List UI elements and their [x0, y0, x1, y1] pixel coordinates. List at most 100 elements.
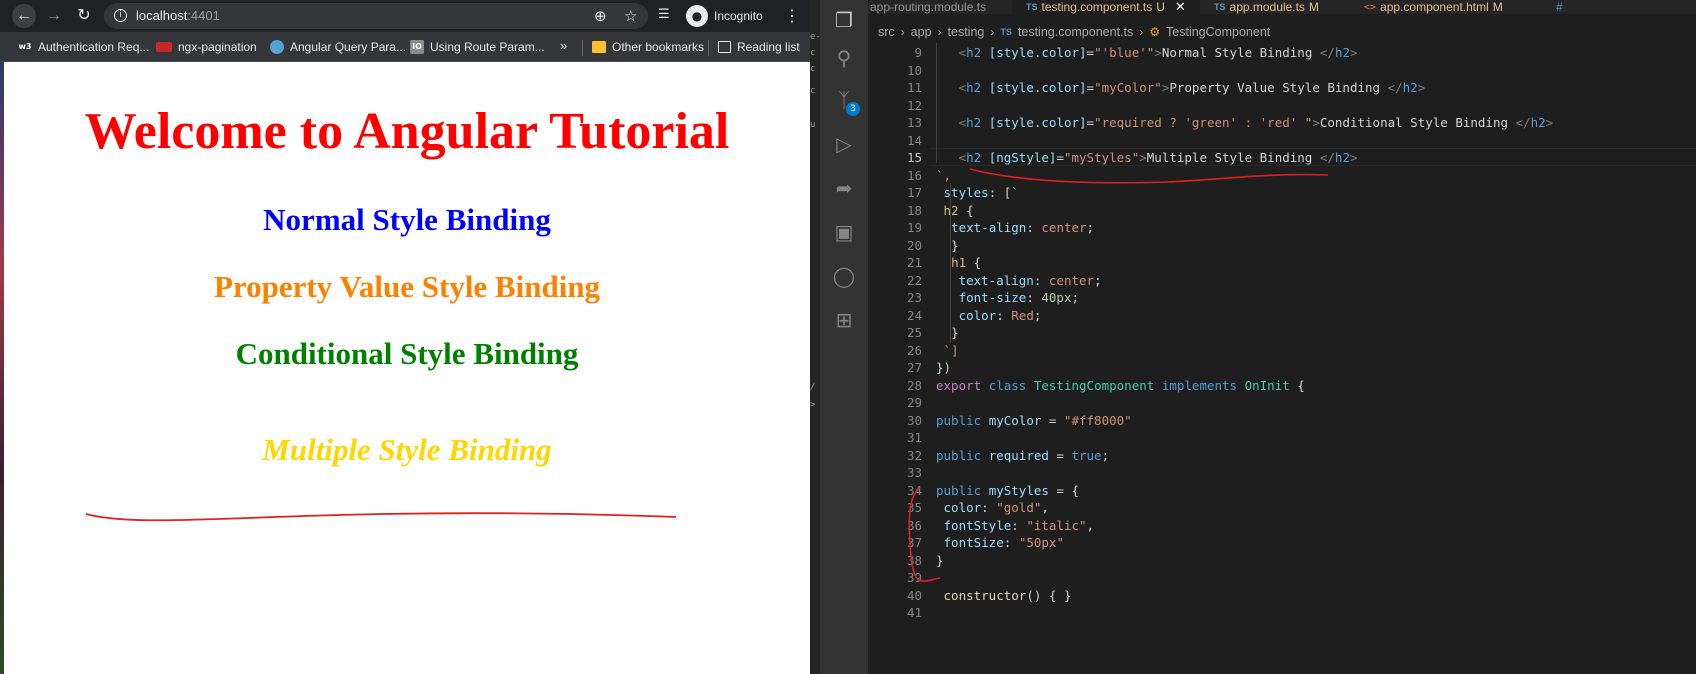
- tab-css-file[interactable]: #: [1528, 0, 1696, 14]
- tab-testing-component[interactable]: TS testing.component.ts U ✕: [1012, 0, 1200, 14]
- code-line[interactable]: 15 <h2 [ngStyle]="myStyles">Multiple Sty…: [868, 149, 1696, 167]
- breadcrumb-item[interactable]: testing: [948, 25, 985, 39]
- media-control-icon[interactable]: ☰: [658, 7, 670, 22]
- incognito-indicator[interactable]: ● Incognito: [686, 4, 763, 28]
- tab-status: M: [1492, 0, 1503, 14]
- line-number: 27: [906, 360, 922, 375]
- code-line[interactable]: 38}: [868, 552, 1696, 570]
- css-value: center: [1041, 220, 1087, 235]
- extensions-icon[interactable]: ⊞: [820, 300, 868, 340]
- code-token: `]: [943, 342, 959, 358]
- docker-icon[interactable]: ▣: [820, 212, 868, 252]
- live-share-icon[interactable]: ➦: [820, 168, 868, 208]
- code-line[interactable]: 24 color: Red;: [868, 307, 1696, 325]
- sidebar-fragment: c: [810, 48, 816, 58]
- line-number: 13: [906, 115, 922, 130]
- code-content: <h2 [style.color]="'blue'">Normal Style …: [936, 44, 1358, 62]
- code-line[interactable]: 35 color: "gold",: [868, 499, 1696, 517]
- code-line[interactable]: 30 public myColor = "#ff8000": [868, 412, 1696, 430]
- code-line[interactable]: 20 }: [868, 237, 1696, 255]
- code-editor[interactable]: 9 <h2 [style.color]="'blue'">Normal Styl…: [868, 43, 1696, 674]
- sidebar-fragment: e-: [810, 32, 820, 42]
- code-token: =: [1041, 412, 1064, 428]
- string-literal: "#ff8000": [1063, 412, 1132, 428]
- reading-list[interactable]: Reading list: [718, 38, 800, 56]
- code-line[interactable]: 12: [868, 97, 1696, 115]
- keyword: implements: [1161, 377, 1238, 393]
- bookmark-item[interactable]: IO Using Route Param...: [410, 38, 545, 56]
- run-debug-icon[interactable]: ▷: [820, 124, 868, 164]
- code-line[interactable]: 39: [868, 569, 1696, 587]
- code-line[interactable]: 13 <h2 [style.color]="required ? 'green'…: [868, 114, 1696, 132]
- address-bar[interactable]: i localhost:4401 ⊕ ☆: [104, 3, 648, 29]
- search-icon[interactable]: ⚲: [820, 38, 868, 78]
- tab-label: app.module.ts: [1229, 0, 1305, 14]
- reload-icon[interactable]: ↻: [72, 4, 96, 28]
- attribute-value: "required ? 'green' : 'red' ": [1094, 115, 1313, 130]
- code-token: ,: [1086, 517, 1095, 533]
- code-line[interactable]: 21 h1 {: [868, 254, 1696, 272]
- explorer-icon[interactable]: ❐: [820, 0, 868, 40]
- code-line[interactable]: 25 }: [868, 324, 1696, 342]
- breadcrumb-item[interactable]: src: [878, 25, 895, 39]
- code-line[interactable]: 14: [868, 132, 1696, 150]
- string-literal: "50px": [1018, 535, 1064, 550]
- code-line[interactable]: 26 `]: [868, 342, 1696, 360]
- code-line[interactable]: 31: [868, 429, 1696, 447]
- breadcrumb-item[interactable]: app: [911, 25, 932, 39]
- keyword: class: [988, 377, 1027, 393]
- code-line[interactable]: 9 <h2 [style.color]="'blue'">Normal Styl…: [868, 44, 1696, 62]
- code-token: :: [1011, 517, 1027, 533]
- code-line[interactable]: 23 font-size: 40px;: [868, 289, 1696, 307]
- code-line[interactable]: 32 public required = true;: [868, 447, 1696, 465]
- code-line[interactable]: 34 public myStyles = {: [868, 482, 1696, 500]
- code-line[interactable]: 22 text-align: center;: [868, 272, 1696, 290]
- code-line[interactable]: 10: [868, 62, 1696, 80]
- url-text[interactable]: localhost:4401: [136, 8, 220, 23]
- code-line[interactable]: 41: [868, 604, 1696, 622]
- zoom-icon[interactable]: ⊕: [594, 7, 607, 25]
- code-line[interactable]: 36 fontStyle: "italic",: [868, 517, 1696, 535]
- code-line[interactable]: 33: [868, 464, 1696, 482]
- code-line[interactable]: 17 styles: [`: [868, 184, 1696, 202]
- tag-name: h2: [966, 150, 982, 165]
- code-line[interactable]: 37 fontSize: "50px": [868, 534, 1696, 552]
- tab-label: app.component.html: [1380, 0, 1489, 14]
- back-arrow-icon[interactable]: ←: [12, 4, 36, 28]
- forward-arrow-icon[interactable]: →: [42, 4, 66, 28]
- code-token: ;: [1033, 307, 1042, 323]
- code-line[interactable]: 27}): [868, 359, 1696, 377]
- line-number: 32: [906, 447, 922, 463]
- code-line[interactable]: 29: [868, 394, 1696, 412]
- bookmark-star-icon[interactable]: ☆: [624, 7, 637, 25]
- bookmark-item[interactable]: ngx-pagination: [156, 38, 257, 56]
- code-content: font-size: 40px;: [936, 289, 1079, 307]
- code-line[interactable]: 40 constructor() { }: [868, 587, 1696, 605]
- tab-app-module[interactable]: TS app.module.ts M: [1200, 0, 1350, 14]
- bookmark-icon: IO: [410, 40, 424, 54]
- line-number: 15: [906, 150, 922, 165]
- bookmark-item[interactable]: w3 Authentication Req...: [18, 38, 149, 56]
- code-content: `]: [936, 342, 959, 360]
- other-bookmarks[interactable]: Other bookmarks: [592, 38, 704, 56]
- line-number: 16: [906, 167, 922, 183]
- code-line[interactable]: 18 h2 {: [868, 202, 1696, 220]
- git-graph-icon[interactable]: ◯: [820, 256, 868, 296]
- code-line[interactable]: 28 export class TestingComponent implemen…: [868, 377, 1696, 395]
- close-icon[interactable]: ✕: [1175, 0, 1186, 14]
- breadcrumb-item[interactable]: testing.component.ts: [1018, 25, 1133, 39]
- code-content: styles: [`: [936, 184, 1019, 202]
- code-line[interactable]: 16 `,: [868, 167, 1696, 185]
- source-control-icon[interactable]: ᛉ3: [820, 80, 868, 120]
- tab-app-component-html[interactable]: <> app.component.html M: [1350, 0, 1528, 14]
- info-icon[interactable]: i: [114, 9, 127, 22]
- bookmarks-overflow-icon[interactable]: »: [560, 38, 567, 53]
- kebab-menu-icon[interactable]: ⋮: [784, 6, 800, 25]
- multiple-style-heading: Multiple Style Binding: [262, 432, 552, 467]
- code-line[interactable]: 11 <h2 [style.color]="myColor">Property …: [868, 79, 1696, 97]
- tab-app-routing[interactable]: app-routing.module.ts: [868, 0, 1012, 14]
- tag-name: h2: [966, 45, 982, 60]
- code-line[interactable]: 19 text-align: center;: [868, 219, 1696, 237]
- breadcrumb-item[interactable]: TestingComponent: [1166, 25, 1270, 39]
- bookmark-item[interactable]: Angular Query Para...: [270, 38, 406, 56]
